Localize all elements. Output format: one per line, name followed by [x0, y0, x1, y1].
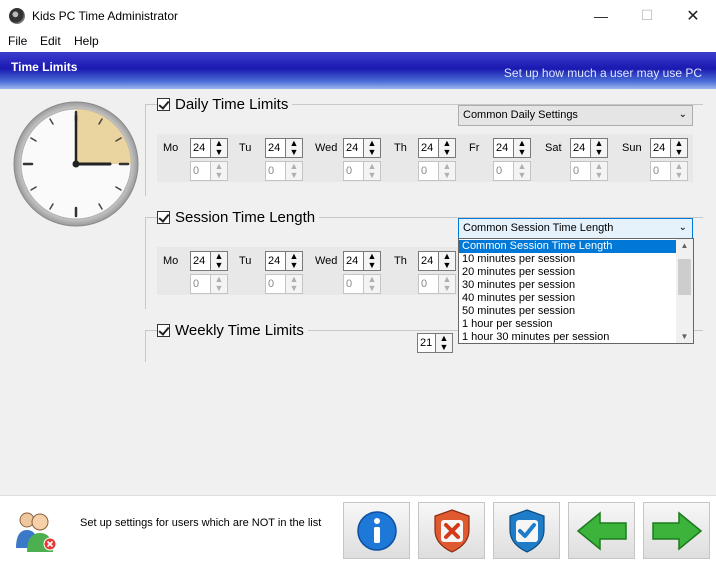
- hours-spinner[interactable]: 24 ▲ ▼: [190, 251, 228, 271]
- next-button[interactable]: [643, 502, 710, 559]
- day-label: Tu: [239, 142, 252, 154]
- day-label: Sat: [545, 142, 562, 154]
- daily-limits-checkbox[interactable]: [157, 98, 170, 111]
- day-label: Th: [394, 255, 407, 267]
- day-label: Tu: [239, 255, 252, 267]
- dropdown-scrollbar[interactable]: ▲ ▼: [676, 239, 693, 343]
- hours-spinner[interactable]: 24 ▲ ▼: [265, 138, 303, 158]
- minutes-spinner: 0 ▲ ▼: [343, 274, 381, 294]
- hours-spinner[interactable]: 24 ▲ ▼: [343, 251, 381, 271]
- chevron-down-icon: ⌄: [678, 109, 687, 120]
- daily-settings-select[interactable]: Common Daily Settings ⌄: [458, 105, 693, 126]
- footer-bar: Set up settings for users which are NOT …: [0, 495, 716, 563]
- minutes-spinner: 0 ▲ ▼: [265, 274, 303, 294]
- close-button[interactable]: ✕: [670, 0, 716, 31]
- scroll-down-icon[interactable]: ▼: [676, 332, 693, 341]
- minutes-spinner: 0 ▲ ▼: [570, 161, 608, 181]
- page-title: Time Limits: [11, 60, 78, 74]
- session-length-value: Common Session Time Length: [463, 222, 614, 234]
- dropdown-option[interactable]: 10 minutes per session: [459, 253, 677, 266]
- weekly-limits-checkbox[interactable]: [157, 324, 170, 337]
- arrow-left-icon: [576, 510, 627, 551]
- menu-edit[interactable]: Edit: [40, 34, 61, 48]
- hours-spinner[interactable]: 24 ▲ ▼: [265, 251, 303, 271]
- day-label: Mo: [163, 255, 179, 267]
- cancel-button[interactable]: [418, 502, 485, 559]
- app-icon: [9, 8, 25, 24]
- chevron-down-icon: ⌄: [678, 222, 687, 233]
- minutes-spinner: 0 ▲ ▼: [265, 161, 303, 181]
- day-label: Wed: [315, 255, 338, 267]
- scrollbar-thumb[interactable]: [678, 259, 691, 295]
- dropdown-option[interactable]: 20 minutes per session: [459, 266, 677, 279]
- info-button[interactable]: [343, 502, 410, 559]
- day-label: Th: [394, 142, 407, 154]
- page-subtitle: Set up how much a user may use PC: [503, 66, 702, 80]
- hours-spinner[interactable]: 24 ▲ ▼: [190, 138, 228, 158]
- day-label: Wed: [315, 142, 338, 154]
- dropdown-option[interactable]: 1 hour 30 minutes per session: [459, 331, 677, 344]
- shield-check-icon: [508, 508, 545, 553]
- dropdown-option[interactable]: Common Session Time Length: [459, 240, 677, 253]
- dropdown-option[interactable]: 30 minutes per session: [459, 279, 677, 292]
- daily-limits-header: Daily Time Limits: [157, 96, 293, 113]
- minutes-spinner: 0 ▲ ▼: [190, 274, 228, 294]
- footer-hint: Set up settings for users which are NOT …: [80, 517, 322, 529]
- weekly-limits-header: Weekly Time Limits: [157, 322, 308, 339]
- maximize-button[interactable]: ☐: [624, 0, 670, 31]
- hours-spinner[interactable]: 24 ▲ ▼: [570, 138, 608, 158]
- users-icon: [16, 512, 57, 552]
- dropdown-option[interactable]: 50 minutes per session: [459, 305, 677, 318]
- window-title: Kids PC Time Administrator: [32, 9, 179, 23]
- session-length-title: Session Time Length: [175, 209, 316, 226]
- minutes-spinner: 0 ▲ ▼: [650, 161, 688, 181]
- back-button[interactable]: [568, 502, 635, 559]
- menu-bar: File Edit Help: [0, 31, 716, 51]
- day-label: Fr: [469, 142, 480, 154]
- minutes-spinner: 0 ▲ ▼: [418, 274, 456, 294]
- menu-help[interactable]: Help: [74, 34, 99, 48]
- hours-spinner[interactable]: 24 ▲ ▼: [343, 138, 381, 158]
- day-label: Mo: [163, 142, 179, 154]
- minutes-spinner: 0 ▲ ▼: [493, 161, 531, 181]
- session-length-dropdown: Common Session Time Length 10 minutes pe…: [458, 238, 694, 344]
- session-length-checkbox[interactable]: [157, 211, 170, 224]
- daily-settings-value: Common Daily Settings: [463, 109, 578, 121]
- shield-x-icon: [433, 508, 470, 553]
- dropdown-option[interactable]: 40 minutes per session: [459, 292, 677, 305]
- title-bar: Kids PC Time Administrator — ☐ ✕: [0, 0, 716, 31]
- weekly-limits-title: Weekly Time Limits: [175, 322, 304, 339]
- save-button[interactable]: [493, 502, 560, 559]
- minutes-spinner: 0 ▲ ▼: [418, 161, 456, 181]
- menu-file[interactable]: File: [8, 34, 27, 48]
- hours-spinner[interactable]: 24 ▲ ▼: [650, 138, 688, 158]
- hours-spinner[interactable]: 24 ▲ ▼: [418, 138, 456, 158]
- daily-limits-title: Daily Time Limits: [175, 96, 289, 113]
- clock-icon: [13, 101, 139, 227]
- hours-spinner[interactable]: 24 ▲ ▼: [493, 138, 531, 158]
- dropdown-option[interactable]: 1 hour per session: [459, 318, 677, 331]
- minutes-spinner: 0 ▲ ▼: [343, 161, 381, 181]
- session-length-select[interactable]: Common Session Time Length ⌄: [458, 218, 693, 239]
- session-length-header: Session Time Length: [157, 209, 320, 226]
- weekly-hours-spinner[interactable]: 21 ▲ ▼: [417, 333, 453, 353]
- hours-spinner[interactable]: 24 ▲ ▼: [418, 251, 456, 271]
- day-label: Sun: [622, 142, 642, 154]
- scroll-up-icon[interactable]: ▲: [676, 241, 693, 250]
- minimize-button[interactable]: —: [578, 0, 624, 31]
- daily-days-panel: Mo 24 ▲ ▼ 0 ▲ ▼ Tu 24 ▲ ▼ 0 ▲ ▼ Wed 24 ▲ ▼ 0 ▲ ▼ Th …: [157, 134, 693, 182]
- arrow-right-icon: [651, 510, 702, 551]
- header-band: Time Limits Set up how much a user may u…: [0, 52, 716, 89]
- daily-limits-group: Daily Time Limits Common Daily Settings …: [145, 96, 703, 196]
- minutes-spinner: 0 ▲ ▼: [190, 161, 228, 181]
- info-icon: [356, 510, 397, 551]
